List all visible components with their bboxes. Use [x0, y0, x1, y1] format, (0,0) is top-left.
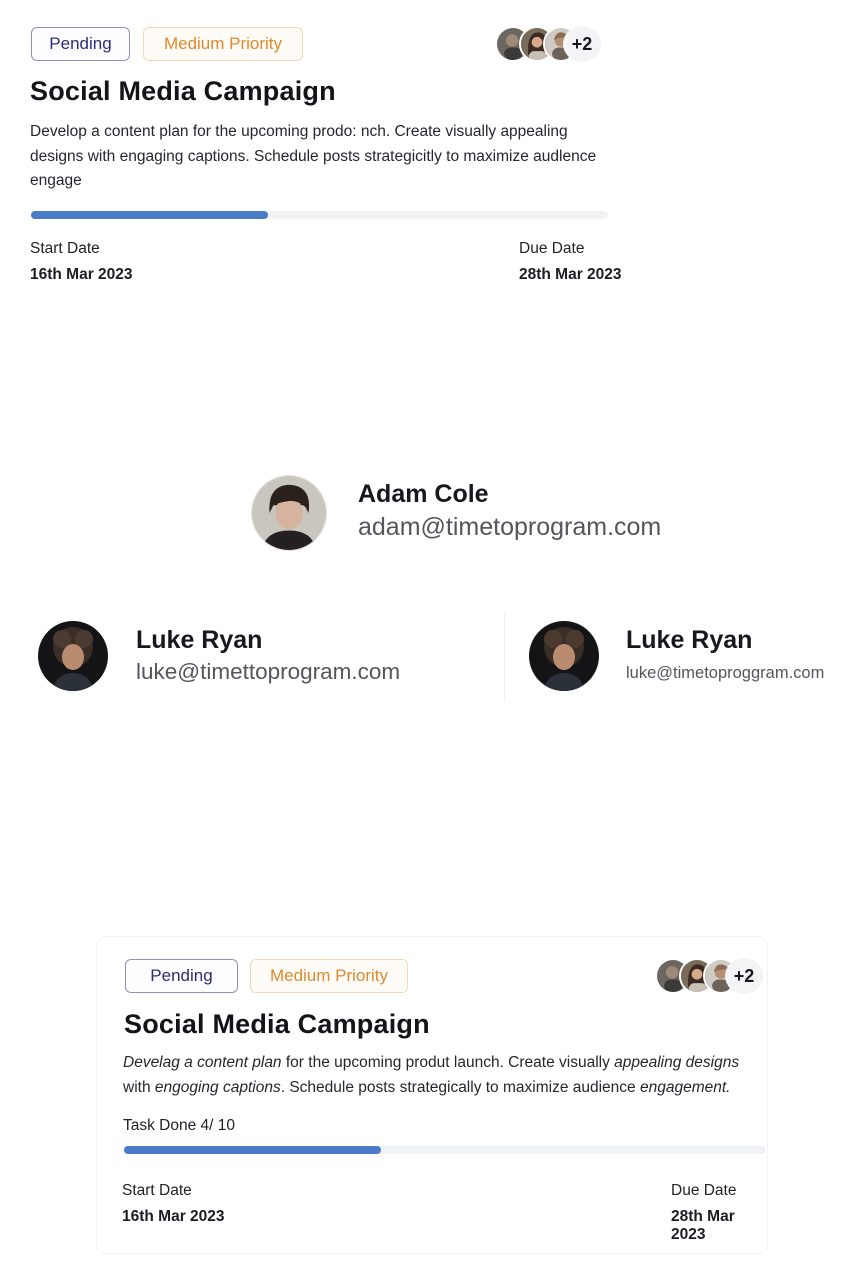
task-title: Social Media Campaign [124, 1009, 430, 1039]
start-date-value: 16th Mar 2023 [122, 1208, 225, 1225]
desc-emphasis: engoging captions [154, 1078, 281, 1096]
desc-emphasis: appealing designs [614, 1054, 740, 1071]
due-date-label: Due Date [519, 240, 585, 257]
user-card-luke-left[interactable]: Luke Ryan luke@timettoprogram.com [28, 598, 502, 714]
status-badge: Pending [31, 27, 130, 61]
priority-badge: Medium Priority [250, 959, 408, 993]
more-assignees-count[interactable]: +2 [725, 958, 763, 994]
user-email: luke@timetoproggram.com [626, 664, 825, 682]
start-date-label: Start Date [30, 240, 100, 257]
user-name: Luke Ryan [626, 626, 753, 654]
task-card-top[interactable]: Pending Medium Priority +2 Social Media … [0, 0, 853, 310]
user-avatar [38, 621, 108, 691]
user-name: Luke Ryan [136, 626, 263, 654]
assignee-avatars[interactable]: +2 [495, 26, 607, 62]
user-avatar [251, 475, 327, 551]
desc-text: with [123, 1078, 155, 1096]
due-date-value: 28th Mar 2023 [519, 266, 622, 283]
assignee-avatars[interactable]: +2 [655, 958, 767, 994]
user-card-adam[interactable]: Adam Cole adam@timetoprogram.com [240, 466, 710, 558]
task-description: Develop a content plan for the upcoming … [30, 123, 597, 189]
user-email: luke@timettoprogram.com [136, 659, 401, 684]
progress-track [31, 211, 608, 219]
progress-fill [31, 211, 268, 219]
divider [504, 612, 505, 702]
task-description: Develag a content plan for the upcoming … [123, 1051, 753, 1100]
user-card-luke-right[interactable]: Luke Ryan luke@timetoproggram.com [520, 598, 853, 714]
due-date-label: Due Date [671, 1182, 737, 1199]
desc-text: for the upcoming produt launch. Create v… [281, 1054, 615, 1071]
progress-track [124, 1146, 766, 1154]
status-badge: Pending [125, 959, 238, 993]
start-date-label: Start Date [122, 1182, 192, 1199]
desc-emphasis: Develag a content plan [123, 1054, 282, 1071]
user-avatar [529, 621, 599, 691]
desc-emphasis: engagement. [639, 1078, 731, 1096]
start-date-value: 16th Mar 2023 [30, 266, 133, 283]
progress-fill [124, 1146, 381, 1154]
user-email: adam@timetoprogram.com [358, 513, 662, 541]
user-name: Adam Cole [358, 480, 489, 508]
task-card-bottom[interactable]: Pending Medium Priority +2 Social Media … [96, 936, 768, 1254]
task-done-label: Task Done 4/ 10 [123, 1117, 236, 1134]
priority-badge: Medium Priority [143, 27, 303, 61]
due-date-value: 28th Mar 2023 [671, 1208, 735, 1243]
desc-text: . Schedule posts strategically to maximi… [280, 1078, 640, 1096]
task-title: Social Media Campaign [30, 76, 336, 106]
more-assignees-count[interactable]: +2 [563, 26, 601, 62]
